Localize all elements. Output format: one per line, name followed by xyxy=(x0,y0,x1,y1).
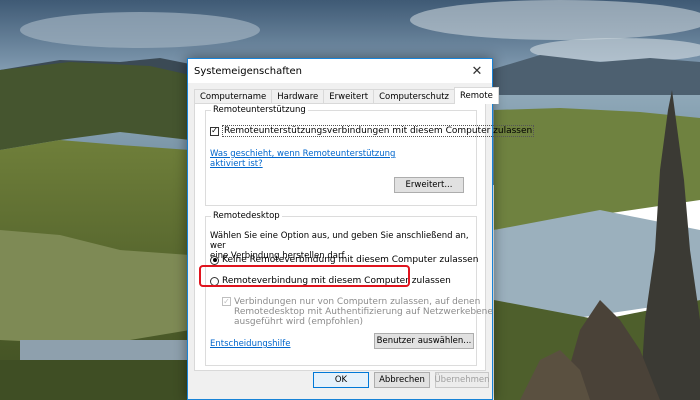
cancel-button[interactable]: Abbrechen xyxy=(374,372,430,388)
tab-erweitert[interactable]: Erweitert xyxy=(323,89,375,104)
tab-strip: Computername Hardware Erweitert Computer… xyxy=(194,87,499,104)
system-properties-dialog: Systemeigenschaften ✕ Computername Hardw… xyxy=(187,58,535,400)
option-none-radio[interactable] xyxy=(210,255,219,265)
nla-label-line1: Verbindungen nur von Computern zulassen,… xyxy=(234,297,481,307)
decision-help-link[interactable]: Entscheidungshilfe xyxy=(210,339,291,349)
advanced-button[interactable]: Erweitert... xyxy=(394,177,464,193)
remote-assistance-help-link-line2[interactable]: aktiviert ist? xyxy=(210,159,263,169)
close-button[interactable]: ✕ xyxy=(462,59,492,83)
nla-label-line3: ausgeführt wird (empfohlen) xyxy=(234,317,363,327)
remote-desktop-group-title: Remotedesktop xyxy=(211,211,282,221)
close-icon: ✕ xyxy=(471,63,483,79)
tab-hardware[interactable]: Hardware xyxy=(271,89,325,104)
option-none-row[interactable]: Keine Remoteverbindung mit diesem Comput… xyxy=(210,255,478,265)
tab-computerschutz[interactable]: Computerschutz xyxy=(373,89,456,104)
select-users-button[interactable]: Benutzer auswählen... xyxy=(374,333,474,349)
remote-assistance-checkbox[interactable]: ✓ xyxy=(210,126,219,136)
ok-button[interactable]: OK xyxy=(313,372,369,388)
remote-assistance-checkbox-label: Remoteunterstützungsverbindungen mit die… xyxy=(222,125,535,137)
remote-desktop-intro-line1: Wählen Sie eine Option aus, und geben Si… xyxy=(210,231,469,251)
highlight-annotation xyxy=(199,265,410,287)
option-none-label: Keine Remoteverbindung mit diesem Comput… xyxy=(222,255,479,265)
remote-assistance-help-link-line1[interactable]: Was geschieht, wenn Remoteunterstützung xyxy=(210,149,395,159)
tab-remote[interactable]: Remote xyxy=(454,87,499,104)
remote-assistance-help-link[interactable]: Was geschieht, wenn Remoteunterstützung … xyxy=(210,149,395,169)
remote-assistance-checkbox-row[interactable]: ✓ Remoteunterstützungsverbindungen mit d… xyxy=(210,125,535,137)
nla-checkbox-row[interactable]: ✓ Verbindungen nur von Computern zulasse… xyxy=(222,297,493,327)
window-title: Systemeigenschaften xyxy=(194,65,302,77)
tab-computername[interactable]: Computername xyxy=(194,89,273,104)
nla-label-line2: Remotedesktop mit Authentifizierung auf … xyxy=(234,307,493,317)
remote-desktop-group: Remotedesktop Wählen Sie eine Option aus… xyxy=(205,211,493,366)
remote-tab-panel: Remoteunterstützung ✓ Remoteunterstützun… xyxy=(194,103,535,371)
nla-label: Verbindungen nur von Computern zulassen,… xyxy=(234,297,493,327)
remote-assistance-group: Remoteunterstützung ✓ Remoteunterstützun… xyxy=(205,105,535,206)
apply-button[interactable]: Übernehmen xyxy=(434,372,490,388)
title-bar[interactable]: Systemeigenschaften ✕ xyxy=(188,59,492,83)
nla-checkbox[interactable]: ✓ xyxy=(222,297,231,306)
remote-assistance-group-title: Remoteunterstützung xyxy=(211,105,308,115)
